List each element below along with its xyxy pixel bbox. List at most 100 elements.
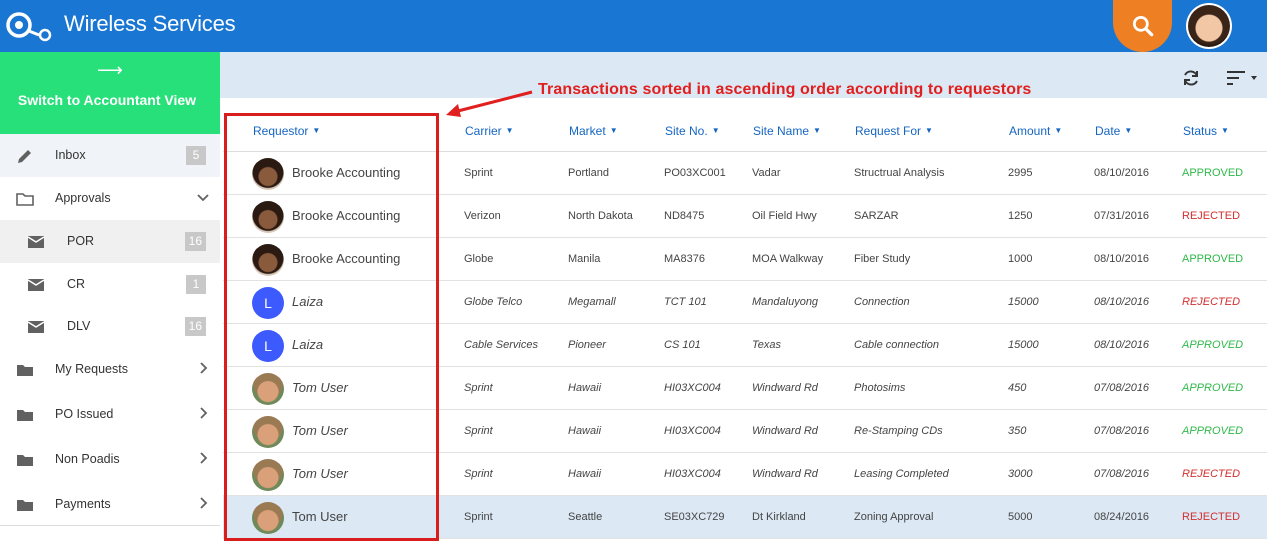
market-cell: Hawaii [568, 468, 602, 480]
column-header-requestor[interactable]: Requestor ▼ [253, 124, 320, 138]
site-no-cell: TCT 101 [664, 296, 707, 308]
column-header-status[interactable]: Status ▼ [1183, 124, 1229, 138]
carrier-cell: Globe [464, 253, 494, 265]
sidebar-item-label: Approvals [55, 191, 111, 205]
column-header-date[interactable]: Date ▼ [1095, 124, 1132, 138]
mail-icon [27, 279, 45, 291]
request-for-cell: Re-Stamping CDs [854, 425, 943, 437]
requestor-name: Laiza [292, 294, 324, 309]
column-label: Date [1095, 124, 1121, 138]
table-header: Requestor ▼ Carrier ▼ Market ▼ Site No. ▼ Si… [223, 110, 1267, 152]
column-header-amount[interactable]: Amount ▼ [1009, 124, 1062, 138]
table-row[interactable]: L Laiza Cable Services Pioneer CS 101 Te… [223, 324, 1267, 367]
switch-view-label: Switch to Accountant View [17, 92, 197, 108]
column-header-site-no[interactable]: Site No. ▼ [665, 124, 720, 138]
date-cell: 08/10/2016 [1094, 253, 1150, 265]
market-cell: Portland [568, 167, 609, 179]
arrow-right-icon: ⟶ [97, 60, 123, 80]
count-badge: 16 [184, 317, 206, 336]
table-row[interactable]: Brooke Accounting Sprint Portland PO03XC… [223, 152, 1267, 195]
amount-cell: 5000 [1008, 511, 1033, 523]
date-cell: 08/10/2016 [1094, 167, 1150, 179]
table-row[interactable]: Tom User Sprint Hawaii HI03XC004 Windwar… [223, 367, 1267, 410]
request-for-cell: Photosims [854, 382, 906, 394]
status-badge: REJECTED [1182, 511, 1241, 523]
table-row[interactable]: Tom User Sprint Hawaii HI03XC004 Windwar… [223, 410, 1267, 453]
site-name-cell: Windward Rd [752, 468, 818, 480]
column-label: Market [569, 124, 606, 138]
market-cell: Seattle [568, 511, 603, 523]
switch-view-button[interactable]: ⟶ Switch to Accountant View [0, 52, 220, 134]
requestor-name: Tom User [292, 509, 348, 524]
date-cell: 07/08/2016 [1094, 425, 1150, 437]
status-badge: APPROVED [1182, 167, 1244, 179]
table-row[interactable]: Tom User Sprint Seattle SE03XC729 Dt Kir… [223, 496, 1267, 539]
date-cell: 07/08/2016 [1094, 468, 1150, 480]
column-header-request-for[interactable]: Request For ▼ [855, 124, 933, 138]
sidebar-item-dlv[interactable]: DLV 16 [0, 305, 220, 348]
amount-cell: 1250 [1008, 210, 1033, 222]
requestor-name: Laiza [292, 337, 324, 352]
caret-down-icon: ▼ [1124, 126, 1133, 135]
table-row[interactable]: Brooke Accounting Globe Manila MA8376 MO… [223, 238, 1267, 281]
date-cell: 07/31/2016 [1094, 210, 1150, 222]
market-cell: North Dakota [568, 210, 633, 222]
carrier-cell: Sprint [464, 511, 493, 523]
column-header-market[interactable]: Market ▼ [569, 124, 618, 138]
sidebar: ⟶ Switch to Accountant View Inbox 5 Appr… [0, 52, 220, 545]
table-row[interactable]: Brooke Accounting Verizon North Dakota N… [223, 195, 1267, 238]
sidebar-item-label: My Requests [55, 362, 128, 376]
sidebar-item-po-issued[interactable]: PO Issued [0, 393, 220, 436]
site-no-cell: HI03XC004 [664, 425, 721, 437]
requestor-avatar [252, 373, 284, 405]
column-label: Status [1183, 124, 1218, 138]
requestor-name: Brooke Accounting [292, 208, 401, 223]
site-name-cell: Windward Rd [752, 382, 818, 394]
status-badge: APPROVED [1182, 339, 1244, 351]
count-badge: 16 [184, 232, 206, 251]
search-button[interactable] [1113, 0, 1172, 52]
carrier-cell: Verizon [464, 210, 501, 222]
refresh-icon[interactable] [1181, 68, 1201, 88]
amount-cell: 2995 [1008, 167, 1033, 179]
sidebar-item-payments[interactable]: Payments [0, 483, 220, 526]
sidebar-item-non-poadis[interactable]: Non Poadis [0, 438, 220, 481]
date-cell: 07/08/2016 [1094, 382, 1150, 394]
sidebar-item-inbox[interactable]: Inbox 5 [0, 134, 220, 177]
pencil-icon [18, 150, 31, 163]
caret-down-icon: ▼ [609, 126, 618, 135]
site-name-cell: Dt Kirkland [752, 511, 806, 523]
requestor-name: Brooke Accounting [292, 165, 401, 180]
folder-outline-icon [16, 193, 34, 206]
request-for-cell: SARZAR [854, 210, 899, 222]
column-label: Amount [1009, 124, 1051, 138]
market-cell: Hawaii [568, 425, 602, 437]
date-cell: 08/10/2016 [1094, 339, 1150, 351]
table-row[interactable]: L Laiza Globe Telco Megamall TCT 101 Man… [223, 281, 1267, 324]
sidebar-item-label: Inbox [55, 148, 86, 162]
sidebar-item-my-requests[interactable]: My Requests [0, 348, 220, 391]
mail-icon [27, 321, 45, 333]
count-badge: 1 [186, 275, 206, 294]
amount-cell: 450 [1008, 382, 1027, 394]
column-label: Site Name [753, 124, 810, 138]
user-avatar[interactable] [1186, 3, 1232, 49]
column-header-site-name[interactable]: Site Name ▼ [753, 124, 821, 138]
table-row[interactable]: Tom User Sprint Hawaii HI03XC004 Windwar… [223, 453, 1267, 496]
sidebar-item-por[interactable]: POR 16 [0, 220, 220, 263]
sidebar-item-approvals[interactable]: Approvals [0, 177, 220, 220]
requestor-avatar [252, 459, 284, 491]
sort-icon[interactable] [1227, 70, 1259, 86]
chevron-right-icon [200, 407, 208, 419]
sidebar-item-label: POR [67, 234, 95, 248]
site-name-cell: Windward Rd [752, 425, 818, 437]
requestor-name: Tom User [292, 380, 348, 395]
sidebar-item-cr[interactable]: CR 1 [0, 263, 220, 306]
requestor-name: Tom User [292, 423, 348, 438]
requestor-name: Tom User [292, 466, 348, 481]
column-label: Site No. [665, 124, 708, 138]
amount-cell: 15000 [1008, 296, 1039, 308]
app-logo-icon[interactable] [5, 8, 55, 42]
caret-down-icon: ▼ [505, 126, 514, 135]
column-header-carrier[interactable]: Carrier ▼ [465, 124, 514, 138]
